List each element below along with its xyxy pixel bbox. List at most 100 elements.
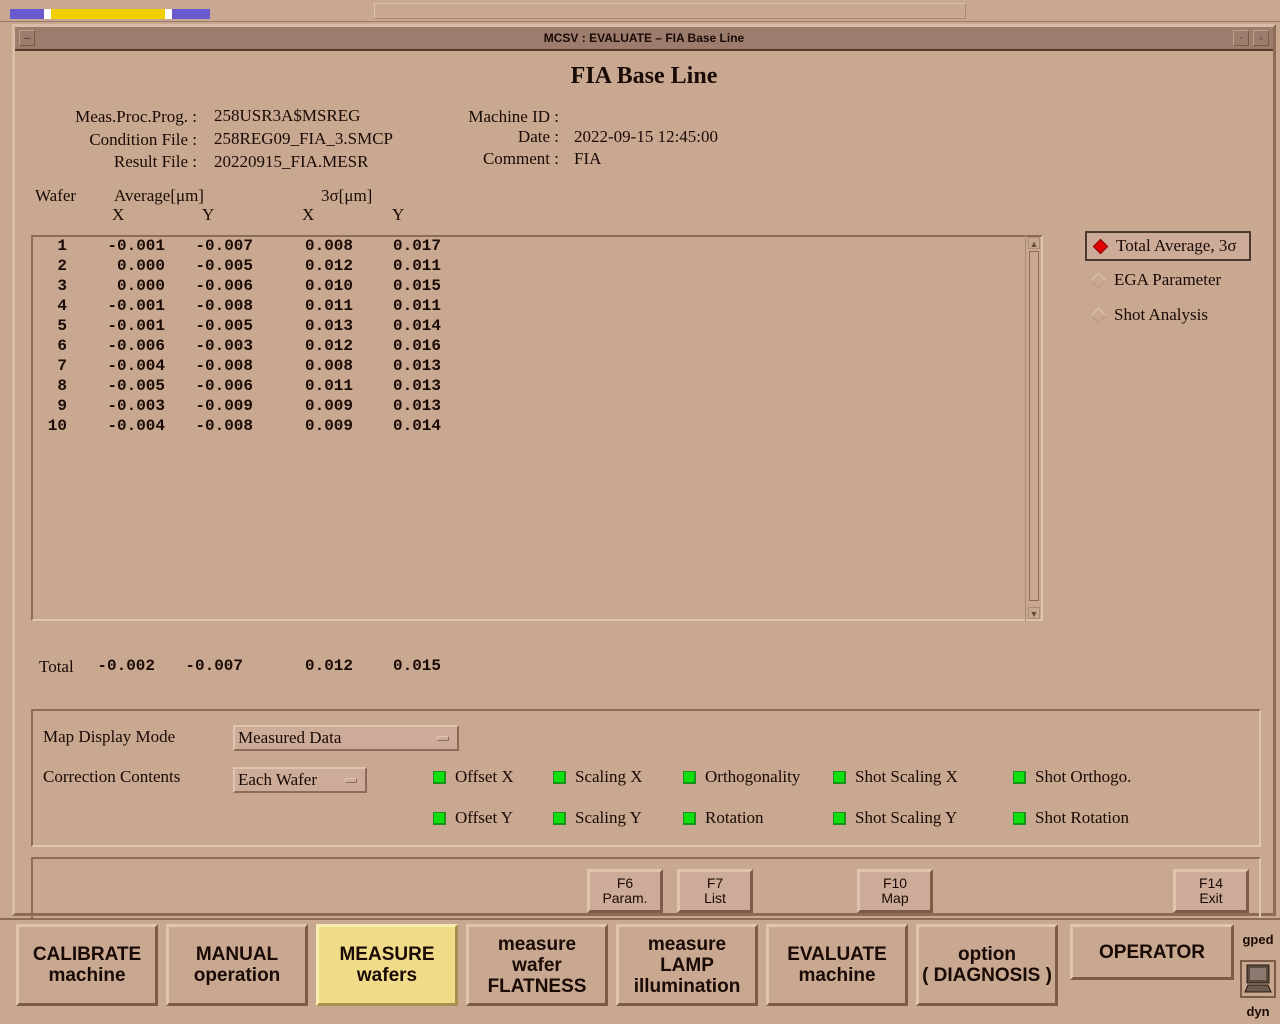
monitor-icon bbox=[1244, 964, 1272, 993]
key-action: Map bbox=[881, 890, 909, 906]
correction-toggle-scaling-x[interactable]: Scaling X bbox=[553, 767, 643, 787]
cell-avg-x: -0.001 bbox=[107, 317, 165, 335]
nav-button-measure-lamp[interactable]: measure LAMP illumination bbox=[616, 924, 758, 1006]
wafer-results-list[interactable]: 1 -0.001 -0.007 0.008 0.017 2 0.000 -0.005 0.012… bbox=[31, 235, 1043, 621]
cell-avg-y: -0.008 bbox=[195, 297, 253, 315]
menu-icon: ─ bbox=[23, 33, 31, 43]
correction-toggle-shot-orthogo[interactable]: Shot Orthogo. bbox=[1013, 767, 1131, 787]
cell-wafer: 8 bbox=[57, 377, 67, 395]
cell-avg-y: -0.005 bbox=[195, 317, 253, 335]
nav-button-measure-flatness[interactable]: measure wafer FLATNESS bbox=[466, 924, 608, 1006]
radio-ega-parameter[interactable]: EGA Parameter bbox=[1085, 265, 1251, 295]
maximize-button[interactable]: ▫ bbox=[1253, 30, 1269, 46]
nav-button-option[interactable]: option( DIAGNOSIS ) bbox=[916, 924, 1058, 1006]
workspace-segment[interactable] bbox=[10, 9, 44, 19]
status-led-icon bbox=[433, 770, 446, 784]
map-display-mode-select[interactable]: Measured Data bbox=[233, 725, 459, 751]
radio-shot-analysis[interactable]: Shot Analysis bbox=[1085, 300, 1251, 330]
scroll-up-button[interactable]: ▲ bbox=[1028, 237, 1040, 249]
radio-label: EGA Parameter bbox=[1114, 270, 1222, 289]
map-display-mode-label: Map Display Mode bbox=[43, 727, 176, 746]
cell-sig-x: 0.009 bbox=[304, 397, 353, 415]
f6-param-button[interactable]: F6 Param. bbox=[587, 869, 663, 913]
workspace-indicator[interactable] bbox=[10, 9, 210, 19]
nav-button-label: FLATNESS bbox=[487, 975, 587, 997]
f14-exit-button[interactable]: F14 Exit bbox=[1173, 869, 1249, 913]
nav-button-label: EVALUATE bbox=[787, 944, 887, 965]
scroll-track[interactable] bbox=[1029, 251, 1039, 601]
function-key-bar: F6 Param. F7 List F10 Map F14 Exit bbox=[31, 857, 1261, 923]
correction-toggle-scaling-y[interactable]: Scaling Y bbox=[553, 808, 642, 828]
table-row[interactable]: 6 -0.006 -0.003 0.012 0.016 bbox=[33, 337, 453, 357]
cell-avg-y: -0.007 bbox=[195, 237, 253, 255]
nav-button-measure[interactable]: MEASURE wafers bbox=[316, 924, 458, 1006]
correction-toggle-offset-y[interactable]: Offset Y bbox=[433, 808, 513, 828]
nav-button-operator[interactable]: OPERATOR bbox=[1070, 924, 1234, 980]
correction-label: Shot Orthogo. bbox=[1035, 767, 1132, 786]
key-label: F7 bbox=[706, 875, 724, 891]
correction-label: Shot Scaling Y bbox=[855, 808, 958, 827]
table-row[interactable]: 10 -0.004 -0.008 0.009 0.014 bbox=[33, 417, 453, 437]
status-led-icon bbox=[833, 811, 846, 825]
radio-diamond-icon bbox=[1092, 238, 1109, 254]
total-label: Total bbox=[39, 657, 74, 676]
table-row[interactable]: 7 -0.004 -0.008 0.008 0.013 bbox=[33, 357, 453, 377]
window-menu-button[interactable]: ─ bbox=[19, 30, 35, 46]
correction-toggle-shot-rotation[interactable]: Shot Rotation bbox=[1013, 808, 1129, 828]
correction-label: Orthogonality bbox=[705, 767, 801, 786]
cell-avg-x: -0.003 bbox=[107, 397, 165, 415]
minimize-icon: · bbox=[1239, 33, 1243, 43]
terminal-button[interactable] bbox=[1240, 960, 1276, 998]
condition-file-label: Condition File : bbox=[89, 130, 197, 149]
correction-toggle-offset-x[interactable]: Offset X bbox=[433, 767, 514, 787]
status-led-icon bbox=[553, 770, 566, 784]
correction-label: Shot Rotation bbox=[1035, 808, 1129, 827]
table-row[interactable]: 9 -0.003 -0.009 0.009 0.013 bbox=[33, 397, 453, 417]
title-bar[interactable]: ─ MCSV : EVALUATE – FIA Base Line · ▫ bbox=[15, 27, 1273, 51]
nav-button-evaluate[interactable]: EVALUATE machine bbox=[766, 924, 908, 1006]
minimize-button[interactable]: · bbox=[1233, 30, 1249, 46]
cell-sig-x: 0.012 bbox=[304, 337, 353, 355]
correction-label: Offset X bbox=[455, 767, 514, 786]
correction-contents-select[interactable]: Each Wafer bbox=[233, 767, 367, 793]
correction-toggle-shot-scaling-y[interactable]: Shot Scaling Y bbox=[833, 808, 957, 828]
correction-toggle-rotation[interactable]: Rotation bbox=[683, 808, 764, 828]
top-panel bbox=[0, 0, 1280, 22]
table-row[interactable]: 5 -0.001 -0.005 0.013 0.014 bbox=[33, 317, 453, 337]
nav-button-manual[interactable]: MANUAL operation bbox=[166, 924, 308, 1006]
radio-total-average[interactable]: Total Average, 3σ bbox=[1085, 231, 1251, 261]
sigma-x-header: X bbox=[302, 205, 315, 224]
table-row[interactable]: 4 -0.001 -0.008 0.011 0.011 bbox=[33, 297, 453, 317]
radio-diamond-icon bbox=[1090, 307, 1107, 323]
cell-wafer: 10 bbox=[47, 417, 67, 435]
dyn-label: dyn bbox=[1246, 1004, 1270, 1019]
dropdown-indicator-icon bbox=[437, 736, 449, 741]
f10-map-button[interactable]: F10 Map bbox=[857, 869, 933, 913]
nav-button-label: MEASURE bbox=[339, 944, 435, 965]
cell-sig-y: 0.013 bbox=[392, 357, 441, 375]
workspace-segment[interactable] bbox=[172, 9, 210, 19]
key-label: F10 bbox=[882, 875, 908, 891]
table-row[interactable]: 8 -0.005 -0.006 0.011 0.013 bbox=[33, 377, 453, 397]
correction-label: Scaling Y bbox=[575, 808, 642, 827]
key-action: Param. bbox=[602, 890, 648, 906]
cell-sig-y: 0.016 bbox=[392, 337, 441, 355]
table-row[interactable]: 3 0.000 -0.006 0.010 0.015 bbox=[33, 277, 453, 297]
list-scrollbar[interactable]: ▲ ▼ bbox=[1025, 235, 1043, 621]
key-action: List bbox=[704, 890, 726, 906]
cell-avg-x: -0.004 bbox=[107, 357, 165, 375]
key-label: F14 bbox=[1198, 875, 1224, 891]
nav-button-label: measure bbox=[497, 933, 577, 955]
table-row[interactable]: 2 0.000 -0.005 0.012 0.011 bbox=[33, 257, 453, 277]
workspace-segment-active[interactable] bbox=[51, 9, 165, 19]
nav-button-calibrate[interactable]: CALIBRATE machine bbox=[16, 924, 158, 1006]
scroll-down-button[interactable]: ▼ bbox=[1028, 607, 1040, 619]
page-title-text: FIA Base Line bbox=[570, 63, 718, 89]
correction-toggle-shot-scaling-x[interactable]: Shot Scaling X bbox=[833, 767, 958, 787]
table-row[interactable]: 1 -0.001 -0.007 0.008 0.017 bbox=[33, 237, 453, 257]
cell-sig-x: 0.008 bbox=[304, 237, 353, 255]
nav-button-label: LAMP bbox=[660, 954, 714, 976]
f7-list-button[interactable]: F7 List bbox=[677, 869, 753, 913]
nav-button-label: OPERATOR bbox=[1099, 941, 1205, 963]
correction-toggle-orthogonality[interactable]: Orthogonality bbox=[683, 767, 800, 787]
